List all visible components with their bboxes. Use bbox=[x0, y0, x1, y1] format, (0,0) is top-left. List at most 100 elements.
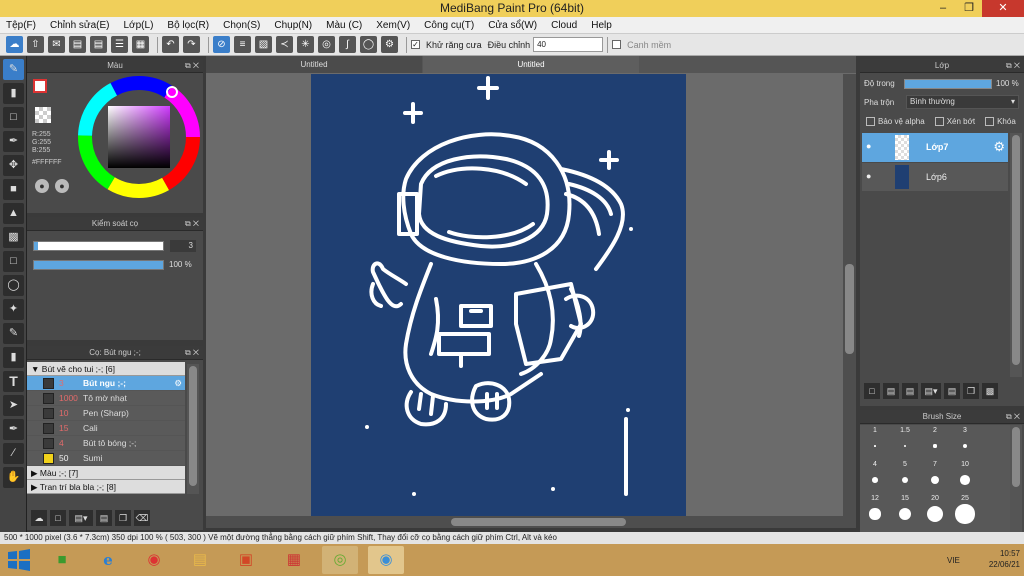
eraser-tool-icon[interactable]: ▮ bbox=[3, 83, 24, 104]
list-icon[interactable]: ☰ bbox=[111, 36, 128, 53]
brush-item[interactable]: 10 Pen (Sharp) bbox=[27, 406, 185, 421]
brush-size-option[interactable] bbox=[860, 469, 890, 491]
fill-rect-tool-icon[interactable]: ■ bbox=[3, 179, 24, 200]
chrome-icon[interactable]: ◉ bbox=[136, 546, 172, 574]
background-color-swatch[interactable] bbox=[35, 107, 51, 123]
snap-off-icon[interactable]: ⊘ bbox=[213, 36, 230, 53]
pen-tool-icon[interactable]: ✒ bbox=[3, 131, 24, 152]
brush-size-option[interactable] bbox=[890, 435, 920, 457]
gradient-tool-icon[interactable]: ▩ bbox=[3, 227, 24, 248]
parallel-snap-icon[interactable]: ≡ bbox=[234, 36, 251, 53]
file-explorer-icon[interactable]: ▤ bbox=[182, 546, 218, 574]
text-tool-icon[interactable]: T bbox=[3, 371, 24, 392]
grid-icon[interactable]: ▦ bbox=[132, 36, 149, 53]
menu-window[interactable]: Cửa sổ(W) bbox=[488, 20, 537, 31]
brush-list-scrollbar[interactable] bbox=[187, 364, 199, 494]
visibility-icon[interactable]: ● bbox=[866, 171, 871, 181]
opacity-slider[interactable] bbox=[33, 260, 164, 270]
brush-group[interactable]: ▶ Tran trí bla bla ;-; [8] bbox=[27, 480, 185, 494]
undo-icon[interactable]: ↶ bbox=[162, 36, 179, 53]
hand-tool-icon[interactable]: ✋ bbox=[3, 467, 24, 488]
brush-size-scrollbar[interactable] bbox=[1010, 425, 1022, 532]
add-layer-menu-icon[interactable]: ▤▾ bbox=[921, 383, 941, 399]
tab-untitled-2[interactable]: Untitled bbox=[423, 56, 639, 73]
app-grid-icon[interactable]: ▦ bbox=[276, 546, 312, 574]
layer-folder-icon[interactable]: ▤ bbox=[944, 383, 960, 399]
brush-size-option[interactable] bbox=[920, 435, 950, 457]
clock[interactable]: 10:57 22/06/21 bbox=[989, 548, 1020, 570]
palette-icon[interactable]: ● bbox=[35, 179, 49, 193]
panel-close-icon[interactable]: ⧉ ✕ bbox=[185, 59, 199, 73]
size-value[interactable]: 3 bbox=[170, 240, 196, 252]
brush-item[interactable]: 1000 Tô mờ nhạt bbox=[27, 391, 185, 406]
menu-file[interactable]: Tệp(F) bbox=[6, 20, 36, 31]
size-slider[interactable] bbox=[33, 241, 164, 251]
antialias-checkbox[interactable]: ✓ bbox=[411, 40, 420, 49]
lock-checkbox[interactable] bbox=[985, 117, 995, 126]
select-eraser-icon[interactable]: ▮ bbox=[3, 347, 24, 368]
app-circle-icon[interactable]: ◎ bbox=[322, 546, 358, 574]
smooth-checkbox[interactable] bbox=[612, 40, 622, 49]
new-layer-icon[interactable]: □ bbox=[864, 383, 880, 399]
settings-snap-icon[interactable]: ⚙ bbox=[381, 36, 398, 53]
ellipse-snap-icon[interactable]: ◯ bbox=[360, 36, 377, 53]
brush-folder-icon[interactable]: ▤ bbox=[96, 510, 112, 526]
brush-cloud-icon[interactable]: ☁ bbox=[31, 510, 47, 526]
adjust-dropdown[interactable]: 40 bbox=[533, 37, 604, 52]
brush-item[interactable]: 15 Cali bbox=[27, 421, 185, 436]
gear-icon[interactable]: ⚙ bbox=[174, 378, 182, 389]
document-icon[interactable]: ▤ bbox=[90, 36, 107, 53]
circle-snap-icon[interactable]: ◎ bbox=[318, 36, 335, 53]
operation-tool-icon[interactable]: ➤ bbox=[3, 395, 24, 416]
select-pen-icon[interactable]: ✎ bbox=[3, 323, 24, 344]
windows-start-icon[interactable] bbox=[6, 547, 32, 573]
brush-group[interactable]: ▶ Màu ;-; [7] bbox=[27, 466, 185, 480]
medibang-icon[interactable]: ◉ bbox=[368, 546, 404, 574]
brush-size-option[interactable] bbox=[920, 503, 950, 525]
menu-snap[interactable]: Chụp(N) bbox=[274, 20, 312, 31]
menu-filter[interactable]: Bộ lọc(R) bbox=[167, 20, 209, 31]
menu-view[interactable]: Xem(V) bbox=[376, 20, 410, 31]
color-wheel[interactable] bbox=[78, 75, 200, 199]
layer-opacity-slider[interactable] bbox=[904, 79, 992, 89]
restore-button[interactable]: ❐ bbox=[956, 0, 982, 17]
menu-edit[interactable]: Chỉnh sửa(E) bbox=[50, 20, 110, 31]
brush-size-option[interactable] bbox=[950, 503, 980, 525]
select-tool-icon[interactable]: □ bbox=[3, 251, 24, 272]
cross-snap-icon[interactable]: ▧ bbox=[255, 36, 272, 53]
internet-explorer-icon[interactable]: e bbox=[90, 546, 126, 574]
brush-size-option[interactable] bbox=[890, 503, 920, 525]
gear-icon[interactable]: ⚙ bbox=[993, 139, 1005, 155]
blend-dropdown[interactable]: Bình thường ▾ bbox=[906, 95, 1019, 109]
page-icon[interactable]: ▤ bbox=[69, 36, 86, 53]
menu-select[interactable]: Chọn(S) bbox=[223, 20, 260, 31]
merge-layer-icon[interactable]: ▩ bbox=[982, 383, 998, 399]
clip-checkbox[interactable] bbox=[934, 117, 944, 126]
radial-snap-icon[interactable]: ✳ bbox=[297, 36, 314, 53]
close-button[interactable]: ✕ bbox=[982, 0, 1024, 17]
panel-close-icon[interactable]: ⧉ ✕ bbox=[185, 217, 199, 231]
panel-close-icon[interactable]: ⧉ ✕ bbox=[185, 346, 199, 360]
brush-size-option[interactable] bbox=[950, 469, 980, 491]
cloud-icon[interactable]: ☁ bbox=[6, 36, 23, 53]
menu-help[interactable]: Help bbox=[591, 20, 612, 31]
horizontal-scrollbar[interactable] bbox=[206, 516, 856, 528]
brush-size-option[interactable] bbox=[890, 469, 920, 491]
brush-item[interactable]: 4 Bút tô bóng ;-; bbox=[27, 436, 185, 451]
brush-duplicate-icon[interactable]: ❐ bbox=[115, 510, 131, 526]
duplicate-layer-icon[interactable]: ❐ bbox=[963, 383, 979, 399]
protect-alpha-checkbox[interactable] bbox=[866, 117, 875, 126]
vanishing-snap-icon[interactable]: ≺ bbox=[276, 36, 293, 53]
menu-cloud[interactable]: Cloud bbox=[551, 20, 577, 31]
line-tool-icon[interactable]: ∕ bbox=[3, 443, 24, 464]
brush-tool-icon[interactable]: ✎ bbox=[3, 59, 24, 80]
brush-item[interactable]: 50 Sumi bbox=[27, 451, 185, 466]
vertical-scrollbar[interactable] bbox=[843, 74, 856, 516]
layer-list-scrollbar[interactable] bbox=[1010, 133, 1022, 377]
trash-icon[interactable]: ⌫ bbox=[134, 510, 150, 526]
new-color-layer-icon[interactable]: ▤ bbox=[883, 383, 899, 399]
new-brush-icon[interactable]: □ bbox=[50, 510, 66, 526]
vertical-scroll-thumb[interactable] bbox=[845, 264, 854, 354]
magic-wand-icon[interactable]: ✦ bbox=[3, 299, 24, 320]
brush-size-option[interactable] bbox=[860, 503, 890, 525]
